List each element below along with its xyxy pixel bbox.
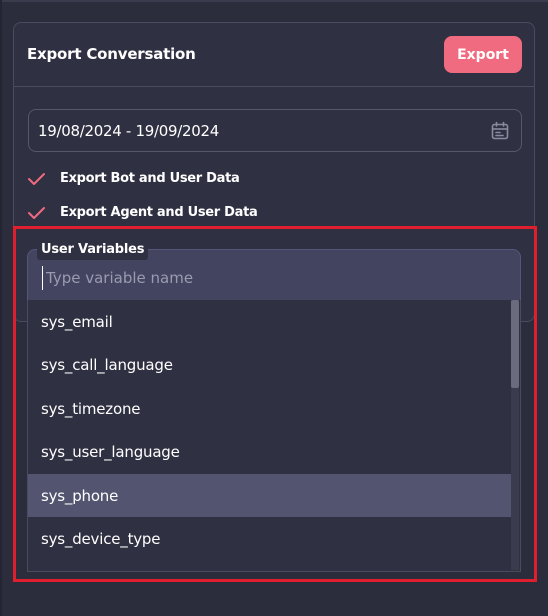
date-range-value: 19/08/2024 - 19/09/2024 xyxy=(38,122,219,140)
list-item-sys-email[interactable]: sys_email xyxy=(28,300,512,343)
check-icon xyxy=(28,207,45,219)
date-range-field[interactable]: 19/08/2024 - 19/09/2024 xyxy=(28,109,522,152)
page: Export Conversation Export 19/08/2024 - … xyxy=(0,0,548,616)
variable-search-input[interactable] xyxy=(42,266,502,290)
check-icon xyxy=(28,173,45,185)
option-label: Export Bot and User Data xyxy=(60,171,240,186)
top-divider xyxy=(0,0,548,2)
variables-dropdown-list: sys_email sys_call_language sys_timezone… xyxy=(27,300,521,572)
user-variables-label: User Variables xyxy=(37,240,149,260)
list-item-sys-call-language[interactable]: sys_call_language xyxy=(28,343,512,386)
export-button[interactable]: Export xyxy=(444,36,522,73)
list-item-sys-timezone[interactable]: sys_timezone xyxy=(28,387,512,430)
dropdown-scrollbar-thumb[interactable] xyxy=(511,300,519,388)
panel-header: Export Conversation Export xyxy=(14,23,534,87)
list-item-sys-user-language[interactable]: sys_user_language xyxy=(28,430,512,473)
list-item-sys-device-type[interactable]: sys_device_type xyxy=(28,517,512,560)
calendar-icon[interactable] xyxy=(490,121,510,141)
left-edge xyxy=(0,0,2,616)
option-label: Export Agent and User Data xyxy=(60,205,258,220)
option-export-agent-user-data[interactable]: Export Agent and User Data xyxy=(26,203,258,223)
panel-title: Export Conversation xyxy=(27,45,196,63)
list-item-sys-phone[interactable]: sys_phone xyxy=(28,474,512,517)
option-export-bot-user-data[interactable]: Export Bot and User Data xyxy=(26,169,240,189)
